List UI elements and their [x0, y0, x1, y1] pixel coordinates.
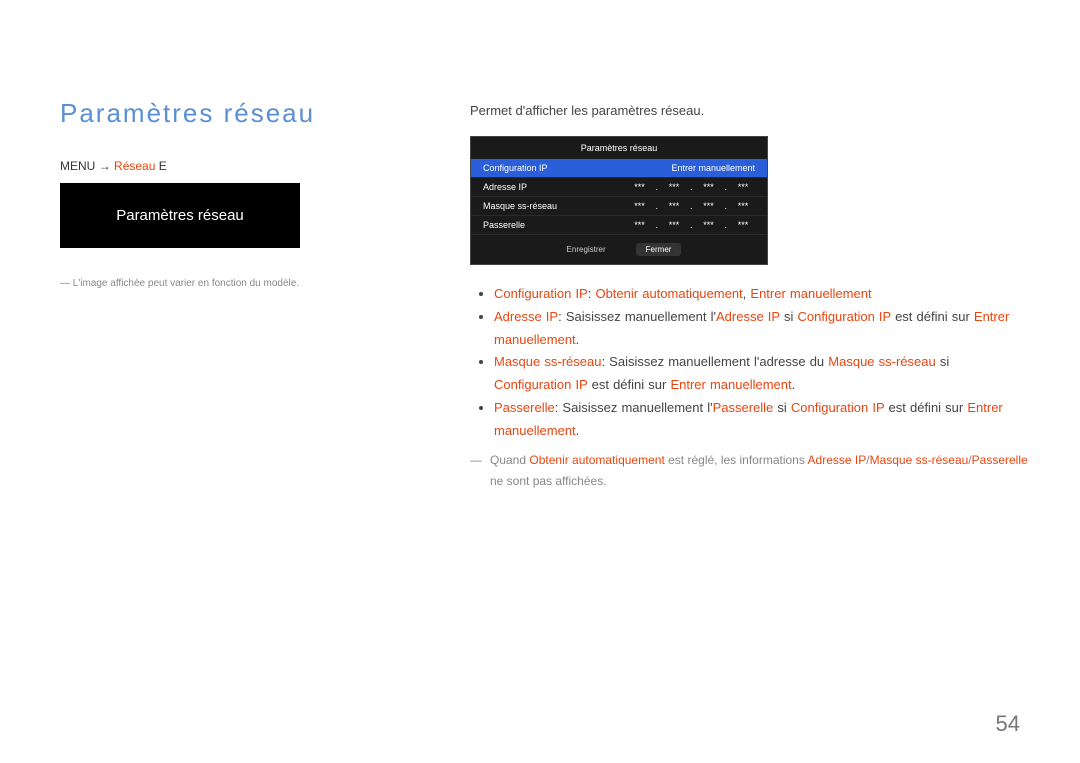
text: est défini sur [891, 309, 974, 324]
term: Adresse IP [494, 309, 558, 324]
text: : Saisissez manuellement l' [601, 354, 759, 369]
text: est réglé, les informations [665, 453, 808, 467]
section-title: Paramètres réseau [60, 98, 400, 129]
term: Adresse IP [808, 453, 867, 467]
term: Obtenir automatiquement [529, 453, 664, 467]
panel-row-ip[interactable]: Adresse IP ***. ***. ***. *** [471, 178, 767, 197]
bullet-list: Configuration IP: Obtenir automatiquemen… [494, 283, 1030, 442]
octet: *** [696, 201, 720, 211]
term: Entrer manuellement [750, 286, 871, 301]
enter-icon: E [159, 159, 167, 173]
gateway-value: ***. ***. ***. *** [627, 220, 755, 230]
close-button[interactable]: Fermer [636, 243, 682, 256]
text: si [773, 400, 791, 415]
footnote: ― Quand Obtenir automatiquement est régl… [470, 450, 1030, 491]
bullet-mask: Masque ss-réseau: Saisissez manuellement… [494, 351, 1030, 397]
image-disclaimer: L'image affichée peut varier en fonction… [60, 278, 400, 289]
octet: *** [696, 220, 720, 230]
text: . [576, 332, 580, 347]
octet: *** [731, 201, 755, 211]
text: est défini sur [884, 400, 967, 415]
arrow-icon: → [99, 159, 114, 173]
term: Obtenir automatiquement [595, 286, 742, 301]
term: Masque ss-réseau [870, 453, 969, 467]
term: Masque ss-réseau [828, 354, 935, 369]
text: adresse du [759, 354, 828, 369]
octet: *** [627, 182, 651, 192]
text: : Saisissez manuellement l' [558, 309, 716, 324]
ui-preview-label: Paramètres réseau [116, 207, 244, 224]
term: Configuration IP [791, 400, 885, 415]
octet: *** [627, 220, 651, 230]
term: Configuration IP [797, 309, 891, 324]
octet: *** [731, 220, 755, 230]
ipconfig-label: Configuration IP [483, 163, 548, 173]
text: . [792, 377, 796, 392]
term: Passerelle [494, 400, 555, 415]
octet: *** [731, 182, 755, 192]
panel-actions: Enregistrer Fermer [471, 235, 767, 264]
save-button[interactable]: Enregistrer [557, 243, 616, 256]
bullet-gateway: Passerelle: Saisissez manuellement l'Pas… [494, 397, 1030, 443]
octet: *** [662, 201, 686, 211]
octet: *** [662, 182, 686, 192]
lead-text: Permet d'afficher les paramètres réseau. [470, 103, 1030, 118]
breadcrumb: MENU → Réseau E [60, 159, 400, 173]
text: si [936, 354, 950, 369]
ui-preview-box: Paramètres réseau [60, 183, 300, 248]
gateway-label: Passerelle [483, 220, 525, 230]
text: . [576, 423, 580, 438]
bullet-ip: Adresse IP: Saisissez manuellement l'Adr… [494, 306, 1030, 352]
term: Passerelle [972, 453, 1028, 467]
mask-value: ***. ***. ***. *** [627, 201, 755, 211]
octet: *** [662, 220, 686, 230]
panel-row-mask[interactable]: Masque ss-réseau ***. ***. ***. *** [471, 197, 767, 216]
page-number: 54 [996, 711, 1020, 737]
text: si [780, 309, 798, 324]
ip-value: ***. ***. ***. *** [627, 182, 755, 192]
dash-icon: ― [470, 450, 482, 491]
text: est défini sur [588, 377, 671, 392]
term: Passerelle [713, 400, 774, 415]
text: Quand [490, 453, 529, 467]
menu-icon: MENU [60, 159, 95, 173]
octet: *** [696, 182, 720, 192]
bullet-ipconfig: Configuration IP: Obtenir automatiquemen… [494, 283, 1030, 306]
text: : Saisissez manuellement l' [555, 400, 713, 415]
footnote-text: Quand Obtenir automatiquement est réglé,… [490, 450, 1030, 491]
octet: *** [627, 201, 651, 211]
term: Adresse IP [716, 309, 780, 324]
ipconfig-value: Entrer manuellement [671, 163, 755, 173]
panel-row-ipconfig[interactable]: Configuration IP Entrer manuellement [471, 159, 767, 178]
mask-label: Masque ss-réseau [483, 201, 557, 211]
term: Masque ss-réseau [494, 354, 601, 369]
settings-panel: Paramètres réseau Configuration IP Entre… [470, 136, 768, 265]
term: Entrer manuellement [670, 377, 791, 392]
term: Configuration IP [494, 286, 588, 301]
breadcrumb-item: Réseau [114, 159, 155, 173]
text: ne sont pas affichées. [490, 474, 607, 488]
panel-title: Paramètres réseau [471, 137, 767, 159]
term: Configuration IP [494, 377, 588, 392]
ip-label: Adresse IP [483, 182, 527, 192]
panel-row-gateway[interactable]: Passerelle ***. ***. ***. *** [471, 216, 767, 235]
